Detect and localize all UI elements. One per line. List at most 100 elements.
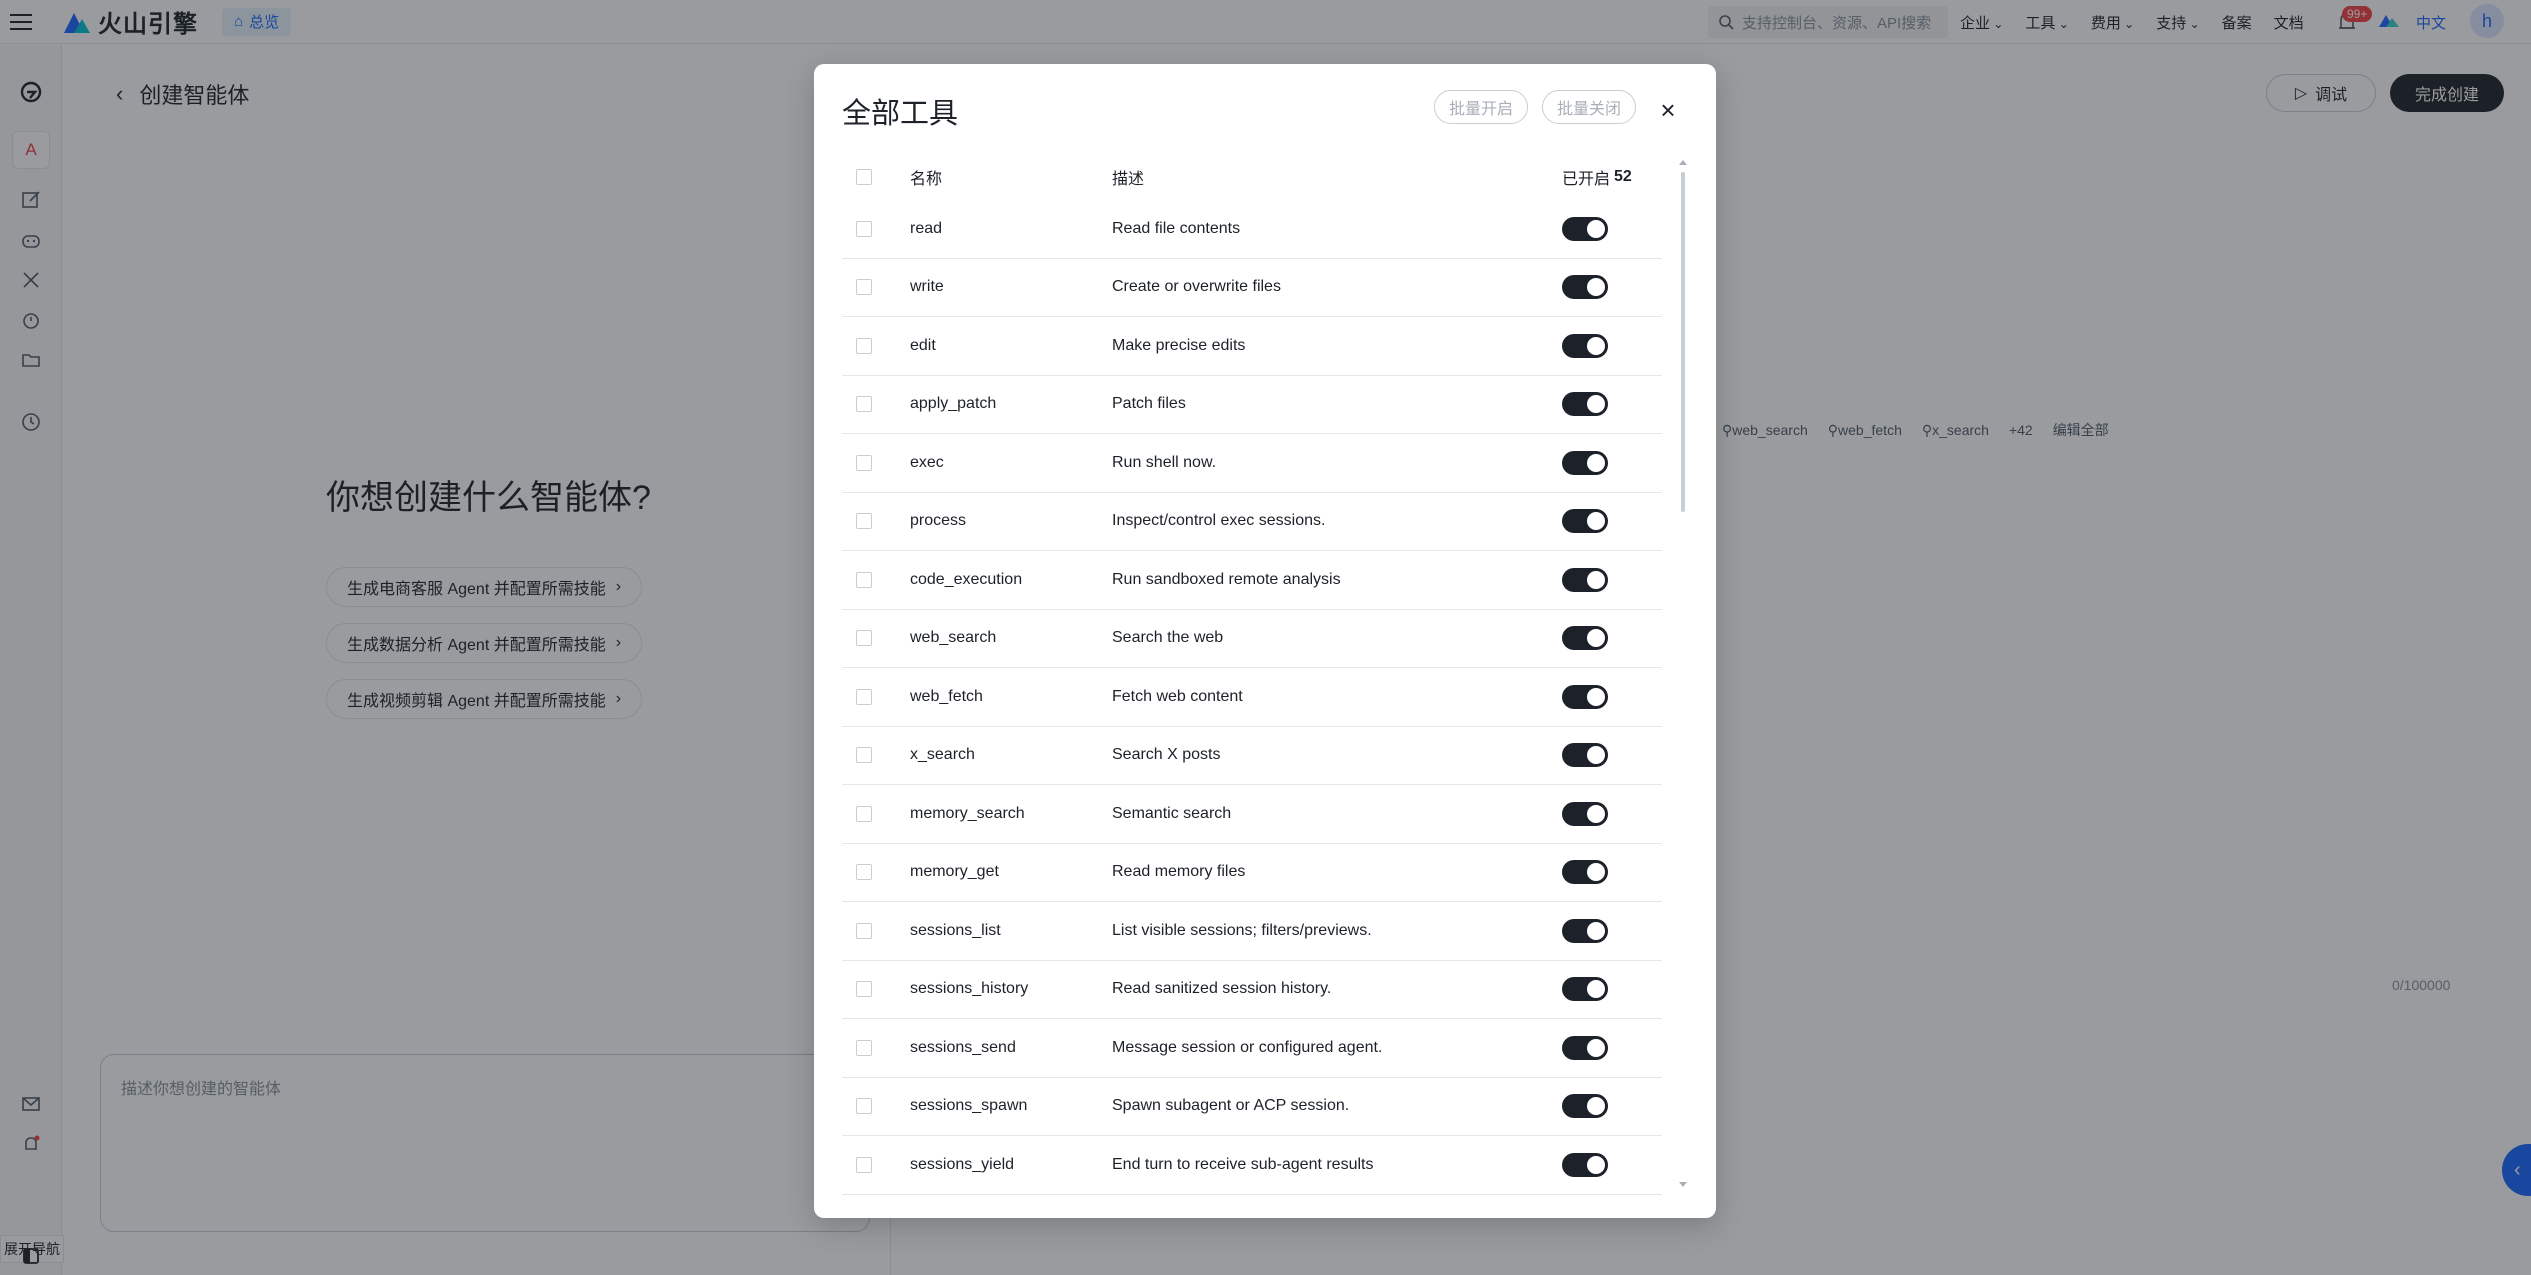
scroll-up-arrow[interactable] xyxy=(1679,160,1687,165)
tool-enabled-toggle[interactable] xyxy=(1562,509,1608,534)
tool-enabled-toggle[interactable] xyxy=(1562,801,1608,826)
tool-enabled-toggle[interactable] xyxy=(1562,977,1608,1002)
row-checkbox[interactable] xyxy=(856,513,872,530)
table-row[interactable]: memory_search Semantic search xyxy=(842,785,1662,844)
bulk-disable-button[interactable]: 批量关闭 xyxy=(1542,90,1637,124)
tool-enabled-toggle[interactable] xyxy=(1562,275,1608,300)
modal-title: 全部工具 xyxy=(842,98,959,130)
tool-enabled-toggle[interactable] xyxy=(1562,216,1608,241)
row-checkbox[interactable] xyxy=(856,864,872,881)
row-checkbox[interactable] xyxy=(856,220,872,237)
tool-enabled-toggle[interactable] xyxy=(1562,1094,1608,1119)
tool-enabled-toggle[interactable] xyxy=(1562,567,1608,592)
bulk-enable-button[interactable]: 批量开启 xyxy=(1434,90,1529,124)
tool-description: Read file contents xyxy=(1112,219,1241,237)
scroll-thumb[interactable] xyxy=(1681,172,1685,512)
row-checkbox[interactable] xyxy=(856,279,872,296)
tool-name: sessions_yield xyxy=(910,1155,1015,1173)
tool-name: sessions_send xyxy=(910,1038,1016,1056)
enabled-number: 52 xyxy=(1614,168,1632,185)
table-body: read Read file contents write Create or ove… xyxy=(842,200,1662,1195)
row-checkbox[interactable] xyxy=(856,396,872,413)
tool-name: process xyxy=(910,512,967,530)
all-tools-modal: 全部工具 批量开启 批量关闭 × 名称 描述 已开启 52 read Read f… xyxy=(814,64,1716,1218)
tool-name: sessions_spawn xyxy=(910,1097,1028,1115)
row-checkbox[interactable] xyxy=(856,1039,872,1056)
tool-enabled-toggle[interactable] xyxy=(1562,860,1608,885)
row-checkbox[interactable] xyxy=(856,571,872,588)
select-all-checkbox[interactable] xyxy=(856,169,872,185)
tool-name: read xyxy=(910,219,943,237)
row-checkbox[interactable] xyxy=(856,805,872,822)
tool-name: web_search xyxy=(910,629,997,647)
row-checkbox[interactable] xyxy=(856,1098,872,1115)
tool-description: Message session or configured agent. xyxy=(1112,1038,1383,1056)
table-row[interactable]: web_fetch Fetch web content xyxy=(842,668,1662,727)
tool-description: Create or overwrite files xyxy=(1112,278,1281,296)
table-row[interactable]: process Inspect/control exec sessions. xyxy=(842,493,1662,551)
table-row[interactable]: memory_get Read memory files xyxy=(842,844,1662,902)
tool-description: Search the web xyxy=(1112,629,1224,647)
table-row[interactable]: write Create or overwrite files xyxy=(842,259,1662,317)
tool-name: edit xyxy=(910,336,936,354)
tool-description: Inspect/control exec sessions. xyxy=(1112,512,1326,530)
tool-description: Make precise edits xyxy=(1112,336,1246,354)
tool-description: Spawn subagent or ACP session. xyxy=(1112,1097,1350,1115)
column-description: 描述 xyxy=(1112,171,1145,188)
tool-enabled-toggle[interactable] xyxy=(1562,918,1608,943)
row-checkbox[interactable] xyxy=(856,688,872,705)
tool-enabled-toggle[interactable] xyxy=(1562,626,1608,651)
tool-enabled-toggle[interactable] xyxy=(1562,743,1608,768)
row-checkbox[interactable] xyxy=(856,337,872,354)
close-icon[interactable]: × xyxy=(1654,95,1682,125)
tool-description: List visible sessions; filters/previews. xyxy=(1112,921,1372,939)
tool-description: End turn to receive sub-agent results xyxy=(1112,1155,1374,1173)
tool-name: write xyxy=(910,278,944,296)
table-row[interactable]: read Read file contents xyxy=(842,200,1662,259)
tool-enabled-toggle[interactable] xyxy=(1562,1152,1608,1177)
scrollbar[interactable] xyxy=(1679,160,1688,1188)
table-row[interactable]: x_search Search X posts xyxy=(842,727,1662,785)
row-checkbox[interactable] xyxy=(856,981,872,998)
tool-name: code_execution xyxy=(910,570,1023,588)
table-row[interactable]: apply_patch Patch files xyxy=(842,376,1662,434)
tool-name: memory_get xyxy=(910,863,999,881)
table-row[interactable]: sessions_send Message session or configur… xyxy=(842,1019,1662,1078)
table-row[interactable]: sessions_yield End turn to receive sub-ag… xyxy=(842,1136,1662,1195)
scroll-down-arrow[interactable] xyxy=(1679,1182,1687,1187)
row-checkbox[interactable] xyxy=(856,630,872,647)
table-row[interactable]: edit Make precise edits xyxy=(842,317,1662,376)
row-checkbox[interactable] xyxy=(856,454,872,471)
tool-description: Run sandboxed remote analysis xyxy=(1112,570,1341,588)
tool-enabled-toggle[interactable] xyxy=(1562,450,1608,475)
tool-description: Search X posts xyxy=(1112,746,1221,764)
row-checkbox[interactable] xyxy=(856,747,872,764)
table-row[interactable]: code_execution Run sandboxed remote analy… xyxy=(842,551,1662,610)
tool-description: Fetch web content xyxy=(1112,687,1243,705)
table-row[interactable]: exec Run shell now. xyxy=(842,434,1662,493)
tool-name: sessions_history xyxy=(910,980,1029,998)
tool-name: memory_search xyxy=(910,804,1025,822)
table-row[interactable]: sessions_spawn Spawn subagent or ACP sess… xyxy=(842,1078,1662,1136)
tool-name: x_search xyxy=(910,746,975,764)
column-name: 名称 xyxy=(910,171,943,188)
table-header: 名称 描述 已开启 52 xyxy=(842,154,1662,200)
row-checkbox[interactable] xyxy=(856,922,872,939)
tool-name: sessions_list xyxy=(910,921,1001,939)
row-checkbox[interactable] xyxy=(856,1156,872,1173)
tools-table: 名称 描述 已开启 52 read Read file contents write… xyxy=(842,154,1662,1218)
tool-description: Run shell now. xyxy=(1112,453,1217,471)
table-row[interactable]: web_search Search the web xyxy=(842,610,1662,668)
tool-description: Read sanitized session history. xyxy=(1112,980,1332,998)
tool-name: apply_patch xyxy=(910,395,997,413)
tool-enabled-toggle[interactable] xyxy=(1562,392,1608,417)
table-row[interactable]: sessions_list List visible sessions; filt… xyxy=(842,902,1662,961)
tool-enabled-toggle[interactable] xyxy=(1562,1035,1608,1060)
table-row[interactable]: sessions_history Read sanitized session h… xyxy=(842,961,1662,1019)
tool-description: Patch files xyxy=(1112,395,1186,413)
tool-description: Semantic search xyxy=(1112,804,1232,822)
enabled-label: 已开启 xyxy=(1562,171,1611,188)
tool-enabled-toggle[interactable] xyxy=(1562,684,1608,709)
tool-name: web_fetch xyxy=(910,687,983,705)
tool-enabled-toggle[interactable] xyxy=(1562,333,1608,358)
